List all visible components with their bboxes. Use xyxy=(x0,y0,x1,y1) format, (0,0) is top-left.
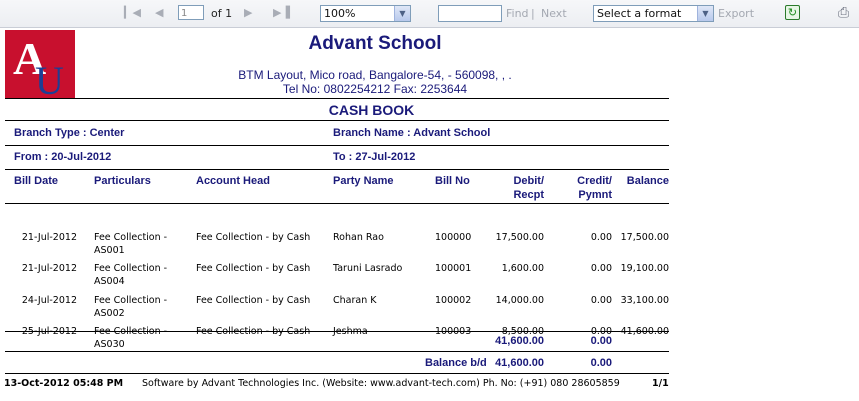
col-bill-no: Bill No xyxy=(435,175,470,187)
cell-credit: 0.00 xyxy=(590,232,612,243)
first-page-icon[interactable]: ▎◀ xyxy=(124,6,141,20)
col-debit-sub: Recpt xyxy=(513,189,544,201)
cell-balance: 33,100.00 xyxy=(620,295,669,306)
format-value: Select a format xyxy=(597,7,682,20)
cell-account-head: Fee Collection - by Cash xyxy=(196,263,311,274)
col-credit: Credit/ xyxy=(577,175,612,187)
col-balance: Balance xyxy=(626,175,669,187)
divider xyxy=(5,331,669,332)
cell-debit: 1,600.00 xyxy=(501,263,544,274)
export-format-select[interactable]: Select a format ▼ xyxy=(593,5,714,22)
chevron-down-icon: ▼ xyxy=(697,6,713,21)
find-separator: | xyxy=(531,7,535,20)
cell-date: 21-Jul-2012 xyxy=(21,263,77,274)
date-from: From : 20-Jul-2012 xyxy=(14,151,112,163)
cell-date: 24-Jul-2012 xyxy=(21,295,77,306)
divider xyxy=(5,98,669,99)
col-account-head: Account Head xyxy=(196,175,270,187)
next-page-icon[interactable]: ▶ xyxy=(244,6,252,20)
cell-credit: 0.00 xyxy=(590,263,612,274)
cell-account-head: Fee Collection - by Cash xyxy=(196,232,311,243)
find-link[interactable]: Find xyxy=(506,7,529,20)
col-party-name: Party Name xyxy=(333,175,394,187)
total-credit: 0.00 xyxy=(590,335,612,347)
zoom-select[interactable]: 100% ▼ xyxy=(320,5,411,22)
chevron-down-icon: ▼ xyxy=(394,6,410,21)
cell-particulars-1: Fee Collection - xyxy=(94,295,168,306)
footer-timestamp: 13-Oct-2012 05:48 PM xyxy=(4,378,124,389)
page-number-input[interactable]: 1 xyxy=(178,5,204,20)
report-viewer-toolbar: ▎◀ ◀ 1 of 1 ▶ ▶▐ 100% ▼ Find | Next Sele… xyxy=(0,0,859,28)
balance-bd-credit: 0.00 xyxy=(590,357,612,369)
school-address: BTM Layout, Mico road, Bangalore-54, - 5… xyxy=(238,68,512,82)
find-next-link[interactable]: Next xyxy=(541,7,567,20)
cell-bill-no: 100002 xyxy=(435,295,472,306)
school-name: Advant School xyxy=(308,33,442,54)
col-credit-sub: Pymnt xyxy=(578,189,612,201)
footer-software: Software by Advant Technologies Inc. (We… xyxy=(142,378,620,389)
cell-particulars-1: Fee Collection - xyxy=(94,232,168,243)
school-phone: Tel No: 0802254212 Fax: 2253644 xyxy=(282,82,468,96)
cell-party: Charan K xyxy=(333,295,377,306)
divider xyxy=(5,120,669,121)
divider xyxy=(5,351,669,352)
cell-credit: 0.00 xyxy=(590,295,612,306)
cell-particulars-2: AS030 xyxy=(94,339,125,350)
zoom-value: 100% xyxy=(324,7,356,20)
find-input[interactable] xyxy=(438,5,502,22)
divider xyxy=(5,145,669,146)
cell-bill-no: 100001 xyxy=(435,263,472,274)
cell-party: Rohan Rao xyxy=(333,232,384,243)
cell-debit: 17,500.00 xyxy=(495,232,544,243)
refresh-icon[interactable]: ↻ xyxy=(785,5,800,20)
last-page-icon[interactable]: ▶▐ xyxy=(273,6,290,20)
prev-page-icon[interactable]: ◀ xyxy=(155,6,163,20)
export-link[interactable]: Export xyxy=(718,7,754,20)
balance-bd-debit: 41,600.00 xyxy=(495,357,544,369)
branch-type: Branch Type : Center xyxy=(14,127,125,139)
cell-balance: 19,100.00 xyxy=(620,263,669,274)
cell-particulars-2: AS001 xyxy=(94,245,125,256)
divider xyxy=(5,203,669,204)
print-icon[interactable]: ⎙ xyxy=(838,5,849,21)
total-debit: 41,600.00 xyxy=(495,335,544,347)
branch-name: Branch Name : Advant School xyxy=(333,127,491,139)
date-to: To : 27-Jul-2012 xyxy=(333,151,416,163)
cell-debit: 14,000.00 xyxy=(495,295,544,306)
cell-particulars-1: Fee Collection - xyxy=(94,263,168,274)
cell-particulars-2: AS004 xyxy=(94,276,125,287)
cell-particulars-2: AS002 xyxy=(94,308,125,319)
cell-bill-no: 100000 xyxy=(435,232,472,243)
col-bill-date: Bill Date xyxy=(14,175,59,187)
footer-page: 1/1 xyxy=(652,378,669,389)
col-particulars: Particulars xyxy=(94,175,151,187)
col-debit: Debit/ xyxy=(513,175,544,187)
report-page: A U Advant School BTM Layout, Mico road,… xyxy=(0,28,859,401)
cell-party: Taruni Lasrado xyxy=(333,263,403,274)
cell-date: 21-Jul-2012 xyxy=(21,232,77,243)
cell-account-head: Fee Collection - by Cash xyxy=(196,295,311,306)
cell-balance: 17,500.00 xyxy=(620,232,669,243)
divider xyxy=(5,373,669,374)
page-count-label: of 1 xyxy=(211,7,233,20)
report-title: CASH BOOK xyxy=(328,102,415,118)
divider xyxy=(5,169,669,170)
